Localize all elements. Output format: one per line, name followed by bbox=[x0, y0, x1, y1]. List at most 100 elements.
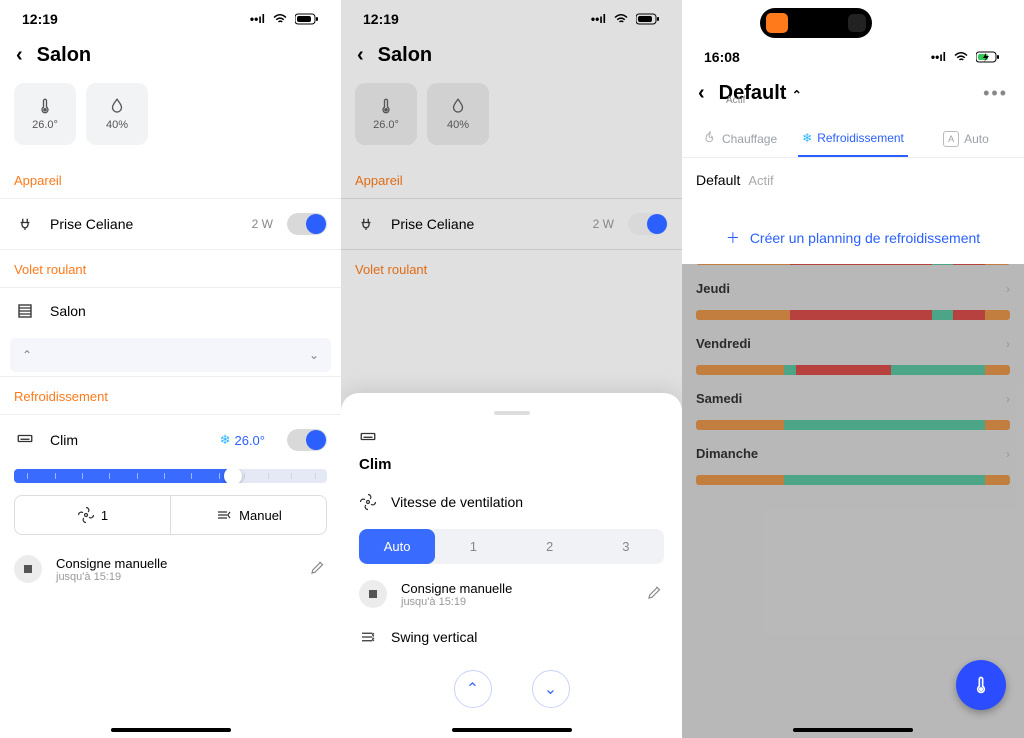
manual-icon bbox=[215, 506, 233, 524]
swing-row: Swing vertical bbox=[341, 614, 682, 660]
create-schedule-button[interactable]: ＋ Créer un planning de refroidissement bbox=[690, 212, 1016, 264]
swing-down-button[interactable]: ⌄ bbox=[532, 670, 570, 708]
status-icons: ••ıl bbox=[591, 10, 660, 28]
section-volet: Volet roulant bbox=[341, 250, 682, 287]
consigne-title: Consigne manuelle bbox=[401, 581, 632, 596]
humidity-card[interactable]: 40% bbox=[86, 83, 148, 145]
prise-label: Prise Celiane bbox=[391, 216, 579, 232]
row-prise[interactable]: Prise Celiane 2 W bbox=[0, 199, 341, 249]
tab-auto[interactable]: A Auto bbox=[914, 120, 1018, 157]
back-icon[interactable]: ‹ bbox=[16, 44, 23, 67]
row-clim[interactable]: Clim ❄ 26.0° bbox=[0, 415, 341, 465]
flame-icon bbox=[703, 130, 717, 147]
section-refroidissement: Refroidissement bbox=[0, 377, 341, 414]
stop-button[interactable] bbox=[14, 555, 42, 583]
status-bar: 12:19 ••ıl bbox=[341, 0, 682, 34]
fan-speed-button[interactable]: 1 bbox=[15, 496, 170, 534]
page-title: Salon bbox=[37, 44, 91, 67]
thermometer-icon bbox=[377, 97, 395, 115]
speed-auto[interactable]: Auto bbox=[359, 529, 435, 564]
speed-3[interactable]: 3 bbox=[588, 529, 664, 564]
ac-icon bbox=[14, 431, 36, 449]
temperature-card[interactable]: 26.0° bbox=[14, 83, 76, 145]
metrics: 26.0° 40% bbox=[0, 83, 341, 161]
battery-charging-icon bbox=[976, 51, 1002, 63]
clock: 12:19 bbox=[22, 11, 58, 27]
wifi-icon bbox=[612, 10, 630, 28]
header: ‹ Salon bbox=[0, 34, 341, 83]
more-icon[interactable]: ••• bbox=[983, 83, 1008, 104]
signal-icon: ••ıl bbox=[250, 12, 265, 26]
home-indicator[interactable] bbox=[793, 728, 913, 732]
header-subtitle: Actif bbox=[682, 95, 1024, 106]
sheet-consigne: Consigne manuelle jusqu'à 15:19 bbox=[341, 574, 682, 614]
status-bar: 12:19 ••ıl bbox=[0, 0, 341, 34]
fan-icon bbox=[359, 493, 377, 511]
page-title: Salon bbox=[378, 44, 432, 67]
clim-setpoint: ❄ 26.0° bbox=[220, 432, 265, 448]
fan-speed-value: 1 bbox=[101, 508, 108, 523]
sheet-grabber[interactable] bbox=[494, 411, 530, 415]
prise-label: Prise Celiane bbox=[50, 216, 238, 232]
tab-heating[interactable]: Chauffage bbox=[688, 120, 792, 157]
row-volet[interactable]: Salon bbox=[0, 288, 341, 334]
stop-button[interactable] bbox=[359, 580, 387, 608]
back-icon[interactable]: ‹ bbox=[357, 44, 364, 67]
section-appareil: Appareil bbox=[0, 161, 341, 198]
battery-icon bbox=[295, 13, 319, 25]
signal-icon: ••ıl bbox=[591, 12, 606, 26]
humidity-card[interactable]: 40% bbox=[427, 83, 489, 145]
temperature-card[interactable]: 26.0° bbox=[355, 83, 417, 145]
ac-icon bbox=[359, 429, 377, 447]
speed-1[interactable]: 1 bbox=[435, 529, 511, 564]
mode-tabs: Chauffage ❄ Refroidissement A Auto bbox=[682, 114, 1024, 157]
battery-icon bbox=[636, 13, 660, 25]
chevron-up-icon: ⌃ bbox=[788, 88, 801, 102]
fan-mode-segment: 1 Manuel bbox=[14, 495, 327, 535]
home-indicator[interactable] bbox=[452, 728, 572, 732]
dynamic-island[interactable] bbox=[760, 8, 872, 38]
prise-toggle[interactable] bbox=[287, 213, 327, 235]
home-indicator[interactable] bbox=[111, 728, 231, 732]
thermometer-icon bbox=[36, 97, 54, 115]
slider-thumb[interactable] bbox=[224, 469, 242, 483]
volet-expand[interactable]: ⌃ ⌄ bbox=[10, 338, 331, 372]
consigne-until: jusqu'à 15:19 bbox=[401, 596, 632, 608]
section-volet: Volet roulant bbox=[0, 250, 341, 287]
default-state: Actif bbox=[748, 173, 773, 188]
metrics: 26.0° 40% bbox=[341, 83, 682, 161]
fab-thermometer[interactable] bbox=[956, 660, 1006, 710]
row-prise[interactable]: Prise Celiane 2 W bbox=[341, 199, 682, 249]
clim-toggle[interactable] bbox=[287, 429, 327, 451]
temp-slider[interactable] bbox=[0, 465, 341, 495]
swing-label: Swing vertical bbox=[391, 629, 477, 645]
prise-watt: 2 W bbox=[252, 217, 273, 231]
speed-2[interactable]: 2 bbox=[512, 529, 588, 564]
sheet-title: Clim bbox=[341, 456, 682, 479]
fan-speed-label: Vitesse de ventilation bbox=[391, 494, 523, 510]
plug-icon bbox=[355, 215, 377, 233]
snowflake-icon: ❄ bbox=[220, 432, 231, 448]
swing-up-button[interactable]: ⌃ bbox=[454, 670, 492, 708]
fan-sheet: Clim Vitesse de ventilation Auto 1 2 3 C… bbox=[341, 393, 682, 738]
default-schedule-row[interactable]: Default Actif bbox=[682, 158, 1024, 202]
consigne-row: Consigne manuelle jusqu'à 15:19 bbox=[0, 545, 341, 593]
droplet-icon bbox=[108, 97, 126, 115]
tab-cooling[interactable]: ❄ Refroidissement bbox=[798, 120, 908, 157]
fan-speed-row: Vitesse de ventilation bbox=[341, 479, 682, 525]
humidity-value: 40% bbox=[106, 119, 128, 131]
swing-controls: ⌃ ⌄ bbox=[341, 660, 682, 708]
screen-planning: Mercredi› Jeudi› Vendredi› Samedi› Diman… bbox=[682, 0, 1024, 738]
wifi-icon bbox=[952, 48, 970, 66]
edit-icon[interactable] bbox=[309, 558, 327, 581]
clim-label: Clim bbox=[50, 432, 206, 448]
default-label: Default bbox=[696, 172, 740, 188]
plus-icon: ＋ bbox=[726, 228, 740, 248]
chevron-down-icon: ⌄ bbox=[544, 679, 557, 699]
back-icon[interactable]: ‹ bbox=[698, 82, 705, 105]
manual-mode-button[interactable]: Manuel bbox=[170, 496, 326, 534]
edit-icon[interactable] bbox=[646, 583, 664, 606]
prise-toggle[interactable] bbox=[628, 213, 668, 235]
chevron-up-icon: ⌃ bbox=[466, 679, 479, 699]
section-appareil: Appareil bbox=[341, 161, 682, 198]
